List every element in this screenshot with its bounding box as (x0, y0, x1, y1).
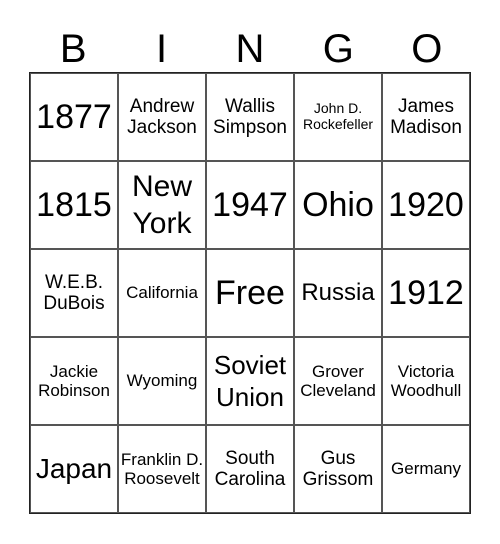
cell-text: John D. Rockefeller (302, 100, 374, 132)
cell-text: 1920 (388, 185, 464, 224)
header-letter-o: O (411, 27, 443, 71)
cell-text: Free (215, 273, 285, 312)
bingo-cell[interactable]: James Madison (382, 73, 470, 161)
cell-text: Wallis Simpson (213, 95, 287, 138)
bingo-header: B I N G O (29, 26, 471, 72)
bingo-cell[interactable]: Grover Cleveland (294, 337, 382, 425)
bingo-cell[interactable]: Russia (294, 249, 382, 337)
bingo-grid: 1877 Andrew Jackson Wallis Simpson John … (29, 72, 471, 514)
bingo-cell[interactable]: South Carolina (206, 425, 294, 513)
bingo-cell[interactable]: Gus Grissom (294, 425, 382, 513)
header-letter-i: I (156, 27, 168, 71)
bingo-cell[interactable]: California (118, 249, 206, 337)
cell-text: Wyoming (126, 371, 198, 391)
header-letter-b: B (59, 27, 87, 71)
cell-text: Gus Grissom (302, 447, 374, 490)
bingo-cell[interactable]: Germany (382, 425, 470, 513)
header-letter-g: G (322, 27, 354, 71)
cell-text: Grover Cleveland (300, 361, 376, 400)
bingo-cell[interactable]: Japan (30, 425, 118, 513)
cell-text: South Carolina (214, 447, 286, 490)
bingo-cell[interactable]: Wallis Simpson (206, 73, 294, 161)
cell-text: Victoria Woodhull (390, 361, 462, 400)
cell-text: Russia (301, 278, 375, 306)
bingo-cell[interactable]: Andrew Jackson (118, 73, 206, 161)
cell-text: Germany (391, 459, 461, 479)
cell-text: California (126, 283, 198, 303)
bingo-cell[interactable]: 1947 (206, 161, 294, 249)
bingo-cell[interactable]: W.E.B. DuBois (30, 249, 118, 337)
bingo-cell[interactable]: Soviet Union (206, 337, 294, 425)
cell-text: 1947 (212, 185, 288, 224)
bingo-cell[interactable]: 1912 (382, 249, 470, 337)
bingo-cell[interactable]: Ohio (294, 161, 382, 249)
bingo-cell[interactable]: Victoria Woodhull (382, 337, 470, 425)
cell-text: Ohio (302, 185, 374, 224)
bingo-cell[interactable]: 1920 (382, 161, 470, 249)
cell-text: 1877 (36, 97, 112, 136)
cell-text: 1912 (388, 273, 464, 312)
cell-text: Soviet Union (213, 349, 287, 413)
cell-text: New York (131, 169, 192, 241)
bingo-cell[interactable]: 1877 (30, 73, 118, 161)
cell-text: Andrew Jackson (127, 95, 197, 138)
cell-text: Jackie Robinson (38, 361, 110, 400)
free-space-cell[interactable]: Free (206, 249, 294, 337)
bingo-cell[interactable]: John D. Rockefeller (294, 73, 382, 161)
cell-text: Franklin D. Roosevelt (120, 449, 204, 488)
cell-text: 1815 (36, 185, 112, 224)
bingo-cell[interactable]: 1815 (30, 161, 118, 249)
header-letter-n: N (235, 27, 265, 71)
bingo-cell[interactable]: Jackie Robinson (30, 337, 118, 425)
bingo-cell[interactable]: New York (118, 161, 206, 249)
cell-text: W.E.B. DuBois (43, 271, 105, 314)
cell-text: James Madison (390, 95, 462, 138)
bingo-cell[interactable]: Wyoming (118, 337, 206, 425)
bingo-cell[interactable]: Franklin D. Roosevelt (118, 425, 206, 513)
cell-text: Japan (35, 453, 113, 485)
